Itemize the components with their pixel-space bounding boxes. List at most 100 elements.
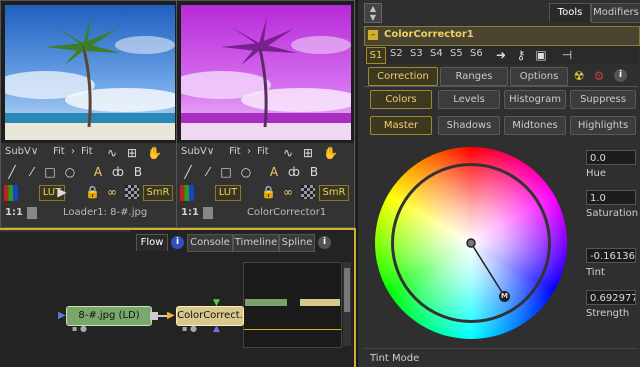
pen-icon[interactable]: ╱	[181, 165, 195, 179]
wand-icon[interactable]: ⁄	[201, 165, 215, 179]
slot-s6[interactable]: S6	[470, 48, 483, 59]
wheel-handle[interactable]: M	[499, 291, 510, 302]
text-a-icon[interactable]: A	[267, 165, 281, 179]
output-port[interactable]	[150, 312, 158, 320]
checker-icon[interactable]: ⊞	[125, 146, 139, 160]
tab-timeline[interactable]: Timeline	[233, 234, 279, 252]
button-suppress[interactable]: Suppress	[570, 90, 636, 109]
tab-correction[interactable]: Correction	[368, 67, 438, 86]
color-wheel[interactable]: M	[375, 147, 567, 339]
button-master[interactable]: Master	[370, 116, 432, 135]
fit-menu-2[interactable]: Fit	[257, 146, 269, 157]
text-ab-icon[interactable]: ȸ	[111, 165, 125, 179]
tab-flow[interactable]: Flow	[136, 234, 168, 251]
ellipse-icon[interactable]: ○	[63, 165, 77, 179]
flow-navigator[interactable]	[243, 262, 342, 348]
flow-panel[interactable]: Flow i Console Timeline Spline i ▶ 8-#.j…	[0, 228, 356, 367]
tools-panel[interactable]: ▲ ▼ Tools Modifiers – ColorCorrector1 S1 …	[356, 0, 640, 367]
chevron-right-icon[interactable]: ›	[247, 146, 251, 157]
text-b-icon[interactable]: B	[131, 165, 145, 179]
button-shadows[interactable]: Shadows	[438, 116, 500, 135]
fit-menu-2[interactable]: Fit	[81, 146, 93, 157]
tab-console[interactable]: Console	[187, 234, 233, 252]
effect-mask-icon: ▲	[213, 324, 220, 334]
slot-s1[interactable]: S1	[366, 47, 386, 64]
lut-button[interactable]: LUT	[215, 185, 241, 201]
button-histogram[interactable]: Histogram	[504, 90, 566, 109]
collapse-icon[interactable]: –	[368, 30, 378, 40]
smr-button[interactable]: SmR	[143, 185, 173, 201]
chevron-right-icon[interactable]: ›	[71, 146, 75, 157]
pen-icon[interactable]: ╱	[5, 165, 19, 179]
curve-icon[interactable]: ∿	[105, 146, 119, 160]
slot-s3[interactable]: S3	[410, 48, 423, 59]
rectangle-icon[interactable]: □	[219, 165, 233, 179]
link-icon[interactable]: ∞	[105, 185, 119, 199]
key-icon[interactable]: ⚷	[514, 48, 528, 62]
tool-title: ColorCorrector1	[384, 29, 474, 40]
arrow-icon[interactable]: ➜	[494, 48, 508, 62]
curve-icon[interactable]: ∿	[281, 146, 295, 160]
subview-menu[interactable]: SubV	[181, 146, 207, 157]
hue-field[interactable]: 0.0	[586, 150, 636, 165]
info-icon[interactable]: i	[171, 236, 184, 249]
slot-s5[interactable]: S5	[450, 48, 463, 59]
text-ab-icon[interactable]: ȸ	[287, 165, 301, 179]
viewer-left[interactable]: SubV ∨ Fit › Fit ∿ ⊞ ✋ ╱ ⁄ □ ○ A ȸ B LUT…	[0, 0, 178, 228]
info-icon[interactable]: i	[318, 236, 331, 249]
viewer-caption: Loader1: 8-#.jpg	[63, 207, 148, 218]
subview-menu[interactable]: SubV	[5, 146, 31, 157]
fit-menu-1[interactable]: Fit	[229, 146, 241, 157]
flow-scrollbar[interactable]	[343, 262, 351, 346]
radioactive-icon[interactable]: ☢	[572, 69, 586, 83]
tab-options[interactable]: Options	[510, 67, 568, 86]
button-midtones[interactable]: Midtones	[504, 116, 566, 135]
button-colors[interactable]: Colors	[370, 90, 432, 109]
text-b-icon[interactable]: B	[307, 165, 321, 179]
ellipse-icon[interactable]: ○	[239, 165, 253, 179]
chevron-down-icon[interactable]: ∨	[207, 146, 214, 157]
pin-icon[interactable]: ⊣	[560, 48, 574, 62]
lock-icon[interactable]: 🔒	[261, 185, 276, 199]
bars-icon	[27, 207, 37, 219]
smr-button[interactable]: SmR	[319, 185, 349, 201]
tab-tools[interactable]: Tools	[549, 3, 591, 22]
strength-field[interactable]: 0.692977	[586, 290, 636, 305]
button-levels[interactable]: Levels	[438, 90, 500, 109]
grab-icon[interactable]: ✋	[147, 146, 162, 160]
tab-spline[interactable]: Spline	[279, 234, 315, 252]
slot-s4[interactable]: S4	[430, 48, 443, 59]
grab-icon[interactable]: ✋	[323, 146, 338, 160]
rectangle-icon[interactable]: □	[43, 165, 57, 179]
tool-header[interactable]: – ColorCorrector1	[364, 26, 640, 46]
saturation-field[interactable]: 1.0	[586, 190, 636, 205]
tab-ranges[interactable]: Ranges	[440, 67, 508, 86]
tint-field[interactable]: -0.16136(	[586, 248, 636, 263]
node-colorcorrector[interactable]: ColorCorrect.	[176, 306, 244, 326]
viewer-right[interactable]: SubV ∨ Fit › Fit ∿ ⊞ ✋ ╱ ⁄ □ ○ A ȸ B LUT…	[176, 0, 355, 228]
channels-icon[interactable]	[180, 185, 194, 201]
info-icon[interactable]: i	[614, 69, 627, 82]
save-icon[interactable]: ▣	[534, 48, 548, 62]
fit-menu-1[interactable]: Fit	[53, 146, 65, 157]
checkerboard-icon[interactable]	[301, 185, 315, 199]
scroll-arrows-icon[interactable]: ▲ ▼	[364, 3, 382, 23]
node-loader[interactable]: 8-#.jpg (LD)	[66, 306, 152, 326]
lock-icon[interactable]: 🔒	[85, 185, 100, 199]
chevron-down-icon[interactable]: ∨	[31, 146, 38, 157]
wand-icon[interactable]: ⁄	[25, 165, 39, 179]
zoom-level[interactable]: 1:1	[181, 207, 199, 218]
gear-icon[interactable]: ⚙	[592, 69, 606, 83]
link-icon[interactable]: ∞	[281, 185, 295, 199]
strength-label: Strength	[586, 308, 630, 319]
viewer-right-image	[181, 5, 351, 140]
text-a-icon[interactable]: A	[91, 165, 105, 179]
zoom-level[interactable]: 1:1	[5, 207, 23, 218]
channels-icon[interactable]	[4, 185, 18, 201]
checker-icon[interactable]: ⊞	[301, 146, 315, 160]
checkerboard-icon[interactable]	[125, 185, 139, 199]
node-loader-dots: ▪ ●	[72, 324, 87, 333]
button-highlights[interactable]: Highlights	[570, 116, 636, 135]
tab-modifiers[interactable]: Modifiers	[591, 3, 640, 23]
slot-s2[interactable]: S2	[390, 48, 403, 59]
